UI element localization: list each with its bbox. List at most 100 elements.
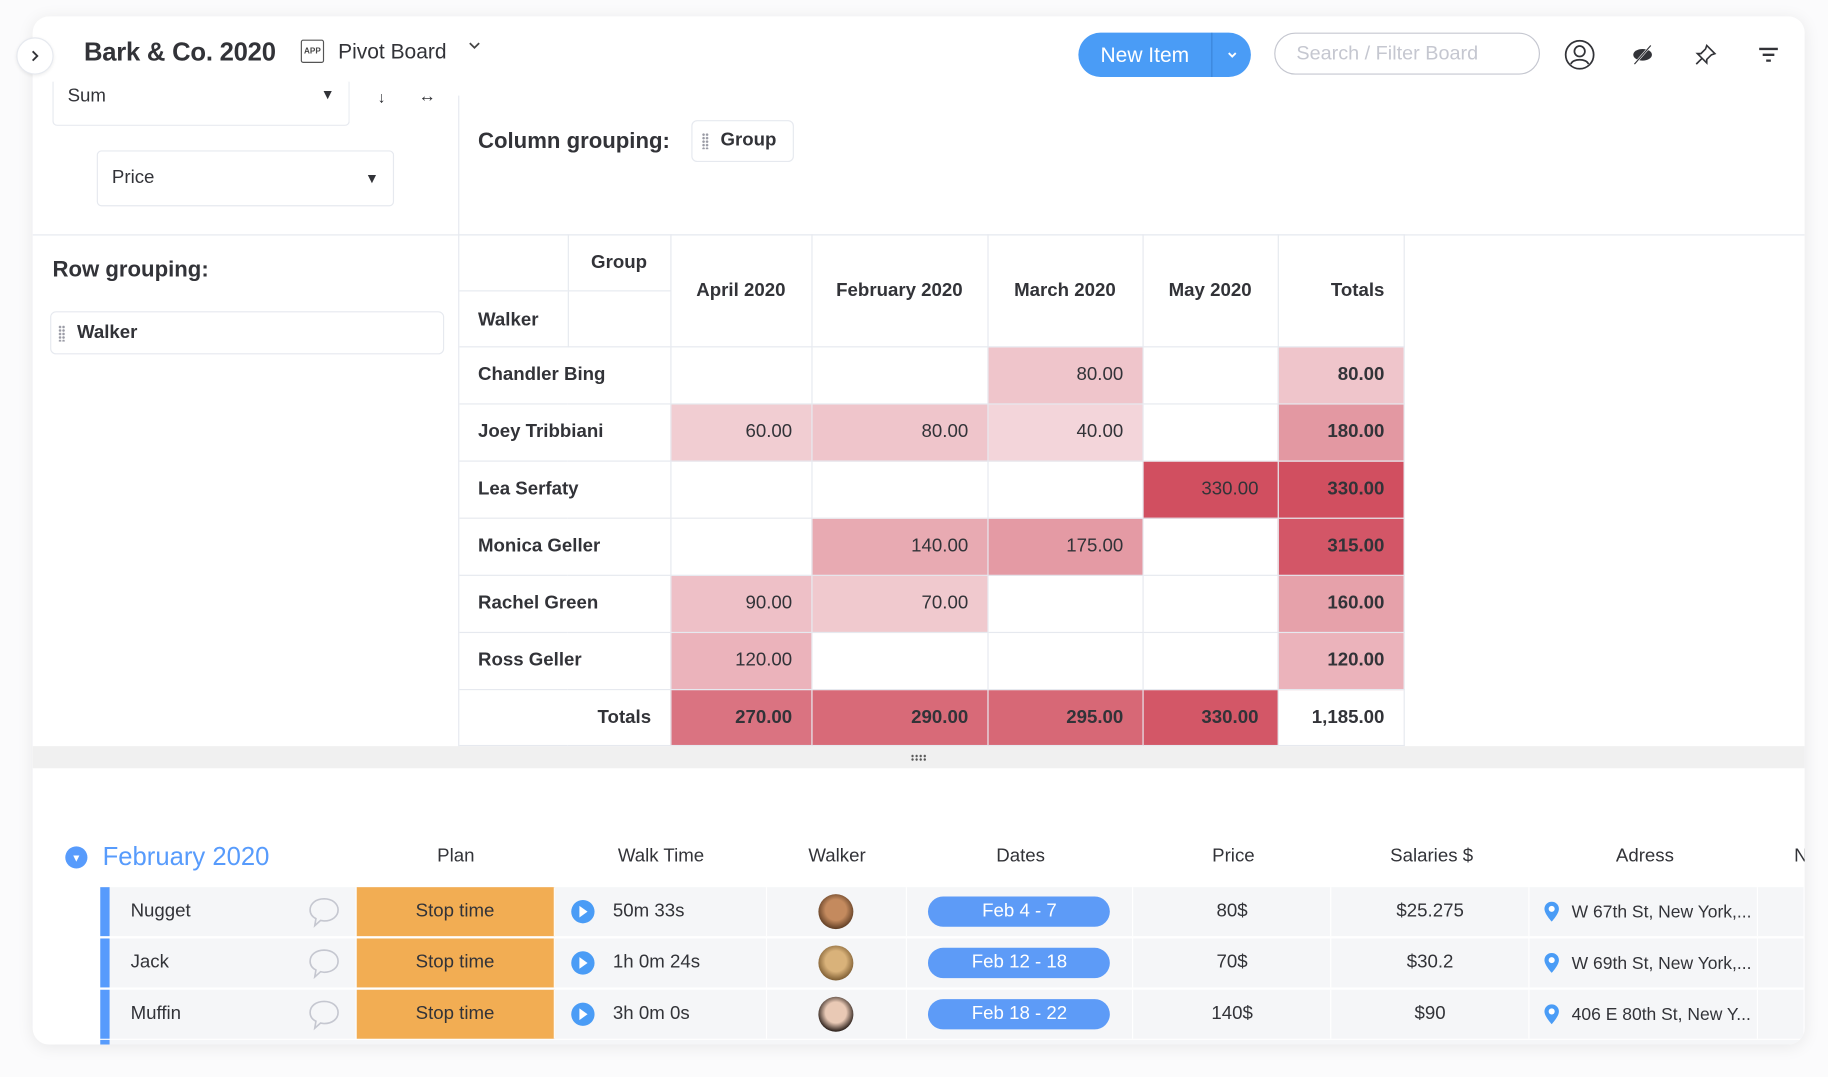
comment-icon[interactable] <box>306 895 341 928</box>
item-name[interactable]: Muffin <box>131 1004 181 1025</box>
play-icon[interactable] <box>570 951 595 975</box>
sidebar-expand-button[interactable] <box>16 37 54 75</box>
value-column-value: Price <box>111 167 155 188</box>
next-column-cell[interactable] <box>1758 887 1805 937</box>
avatar[interactable] <box>818 945 854 981</box>
item-name-cell[interactable]: Nugget <box>110 887 357 937</box>
location-pin-icon <box>1544 901 1560 922</box>
next-column-cell[interactable] <box>1758 989 1805 1039</box>
panel-resize-handle[interactable] <box>32 746 1805 769</box>
comment-icon[interactable] <box>306 998 341 1031</box>
salary-cell[interactable]: $90 <box>1332 989 1530 1039</box>
filter-icon[interactable] <box>1753 40 1783 70</box>
group-color-bar <box>100 887 110 937</box>
walker-cell[interactable] <box>767 887 907 937</box>
group-color-bar <box>100 989 110 1039</box>
play-icon[interactable] <box>570 899 595 924</box>
row-grouping-chip[interactable]: Walker <box>50 311 445 355</box>
drag-handle-icon[interactable] <box>58 324 66 341</box>
walker-cell[interactable] <box>767 989 907 1039</box>
address-cell[interactable]: 406 E 80th St, New Y... <box>1530 989 1759 1039</box>
dates-cell[interactable]: Feb 18 - 22 <box>906 989 1134 1039</box>
pin-icon[interactable] <box>1690 40 1720 70</box>
board-item-row[interactable]: Jack Stop time 1h 0m 24s Feb 12 - 18 70$ $30.… <box>100 938 1805 988</box>
column-grouping-chip[interactable]: Group <box>691 120 794 163</box>
date-range-pill[interactable]: Feb 12 - 18 <box>928 947 1111 979</box>
address-value: W 67th St, New York,... <box>1571 901 1752 922</box>
location-pin-icon <box>1544 1004 1560 1025</box>
pivot-row-label: Monica Geller <box>459 517 671 576</box>
plan-status-cell[interactable]: Stop time <box>356 887 555 937</box>
hide-icon[interactable] <box>1627 40 1657 70</box>
avatar[interactable] <box>818 996 854 1032</box>
pivot-cell <box>1141 517 1279 576</box>
new-item-button[interactable]: New Item <box>1078 32 1213 77</box>
column-header-salaries[interactable]: Salaries $ <box>1333 846 1531 867</box>
item-name[interactable]: Jack <box>131 952 169 973</box>
dates-cell[interactable]: Feb 12 - 18 <box>906 938 1134 988</box>
plan-status-cell[interactable]: Stop time <box>356 989 555 1039</box>
group-title[interactable]: February 2020 <box>103 842 270 872</box>
item-name-cell[interactable]: Jack <box>110 938 357 988</box>
pivot-cell <box>986 631 1144 691</box>
corner-row-label: Walker <box>459 290 569 348</box>
corner-empty <box>459 234 569 291</box>
walk-time-cell[interactable]: 3h 0m 0s <box>555 989 767 1039</box>
pivot-row-label: Chandler Bing <box>459 346 671 405</box>
walk-time-cell[interactable]: 50m 33s <box>555 887 767 937</box>
column-header-plan[interactable]: Plan <box>357 846 555 867</box>
pivot-row-total: 315.00 <box>1277 517 1405 576</box>
swap-icon[interactable]: ↔ <box>419 86 436 106</box>
salary-cell[interactable]: $30.2 <box>1332 938 1530 988</box>
view-selector[interactable]: Pivot Board <box>338 40 446 64</box>
pivot-row: Monica Geller 140.00 175.00 315.00 <box>459 517 1405 576</box>
column-header-walker[interactable]: Walker <box>767 846 907 867</box>
date-range-pill[interactable]: Feb 4 - 7 <box>928 896 1111 927</box>
aggregation-select[interactable]: Sum ▼ <box>52 81 350 126</box>
pivot-column-total: 270.00 <box>669 688 812 747</box>
price-cell[interactable]: 80$ <box>1134 887 1332 937</box>
pivot-grand-total: 1,185.00 <box>1277 688 1405 747</box>
pivot-row-total: 120.00 <box>1277 631 1405 691</box>
board-title[interactable]: Bark & Co. 2020 <box>84 37 276 67</box>
pivot-totals-row: Totals 270.00 290.00 295.00 330.00 1,185.00 <box>459 688 1405 747</box>
pivot-cell: 80.00 <box>810 403 989 462</box>
column-header-dates[interactable]: Dates <box>907 846 1134 867</box>
price-cell[interactable]: 140$ <box>1134 989 1332 1039</box>
pivot-row-label: Lea Serfaty <box>459 460 671 519</box>
board-item-row[interactable]: Nugget Stop time 50m 33s Feb 4 - 7 80$ $25.27… <box>100 887 1805 937</box>
column-header-next[interactable]: N <box>1759 846 1804 867</box>
plan-status-cell[interactable]: Stop time <box>356 938 555 988</box>
address-cell[interactable]: W 67th St, New York,... <box>1530 887 1759 937</box>
column-header-walk-time[interactable]: Walk Time <box>555 846 767 867</box>
address-cell[interactable]: W 69th St, New York,... <box>1530 938 1759 988</box>
column-header-price[interactable]: Price <box>1134 846 1332 867</box>
sort-down-icon[interactable]: ↓ <box>378 89 386 106</box>
avatar[interactable] <box>818 894 854 930</box>
pivot-cell <box>986 460 1144 519</box>
board-item-row[interactable]: Muffin Stop time 3h 0m 0s Feb 18 - 22 140$ $9… <box>100 989 1805 1039</box>
dates-cell[interactable]: Feb 4 - 7 <box>906 887 1134 937</box>
app-view-icon: APP <box>300 39 325 63</box>
person-icon[interactable] <box>1564 39 1595 70</box>
item-name[interactable]: Nugget <box>131 901 191 922</box>
date-range-pill[interactable]: Feb 18 - 22 <box>928 999 1111 1030</box>
column-header-address[interactable]: Adress <box>1531 846 1759 867</box>
item-name-cell[interactable]: Muffin <box>110 989 357 1039</box>
drag-handle-icon[interactable] <box>701 132 709 150</box>
chevron-down-icon[interactable] <box>466 37 482 57</box>
pivot-cell: 330.00 <box>1141 460 1279 519</box>
value-column-select[interactable]: Price ▼ <box>96 150 395 207</box>
price-cell[interactable]: 70$ <box>1134 938 1332 988</box>
new-item-dropdown-button[interactable] <box>1212 33 1250 77</box>
play-icon[interactable] <box>570 1002 595 1026</box>
pivot-row-total: 180.00 <box>1277 403 1405 462</box>
pivot-totals-label: Totals <box>459 688 671 747</box>
search-input[interactable]: Search / Filter Board <box>1274 32 1541 75</box>
walk-time-cell[interactable]: 1h 0m 24s <box>555 938 767 988</box>
next-column-cell[interactable] <box>1758 938 1805 988</box>
walker-cell[interactable] <box>767 938 907 988</box>
comment-icon[interactable] <box>306 947 341 980</box>
group-collapse-toggle[interactable]: ▼ <box>65 846 88 869</box>
salary-cell[interactable]: $25.275 <box>1332 887 1530 937</box>
